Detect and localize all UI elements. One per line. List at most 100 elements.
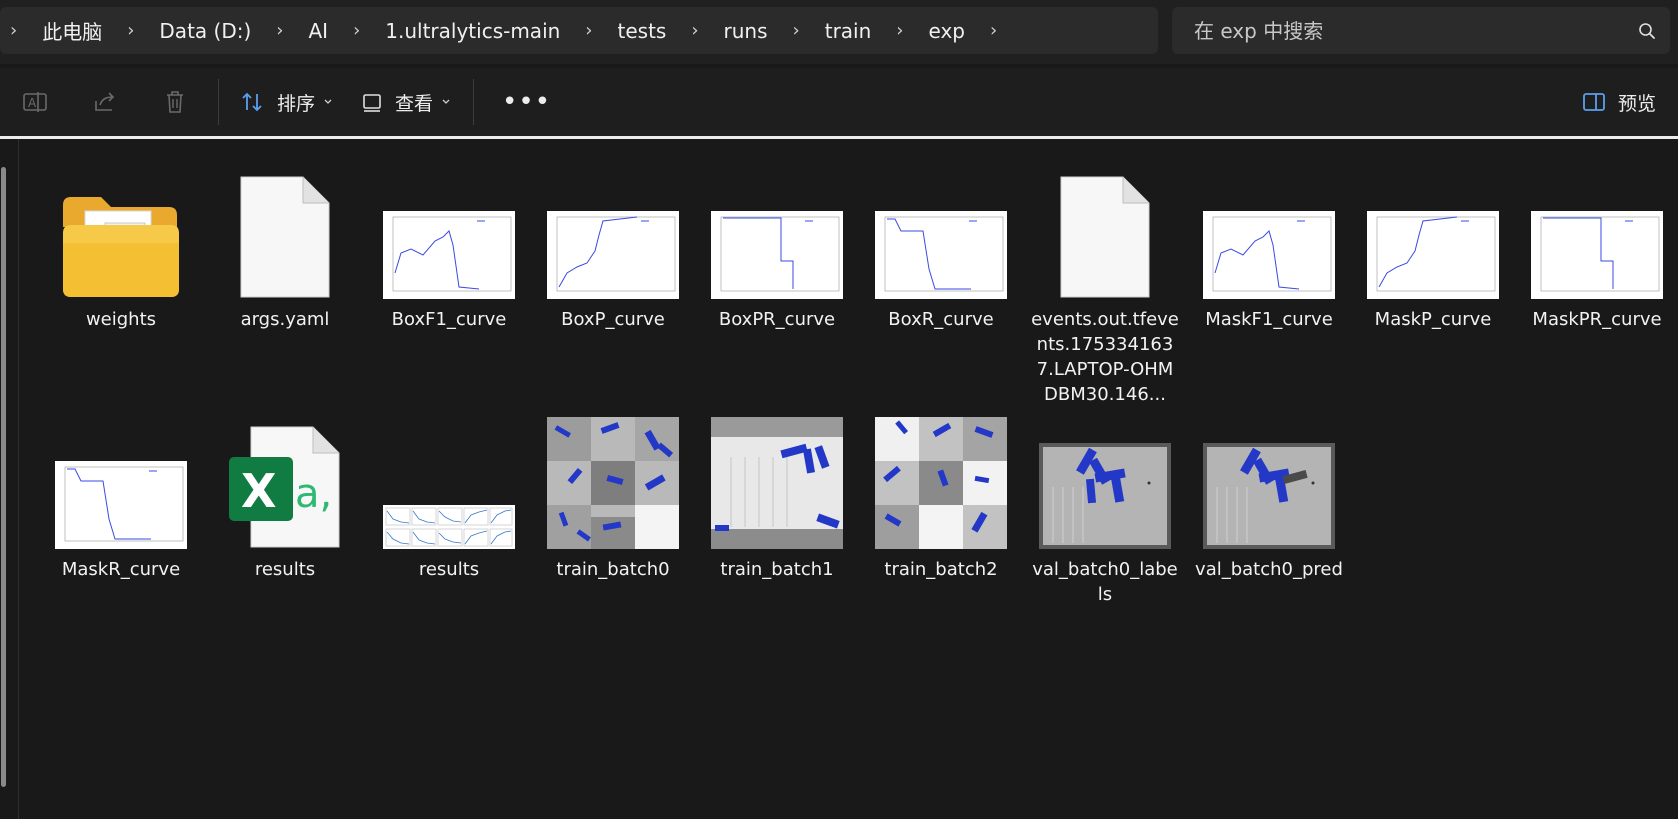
file-name: MaskF1_curve <box>1205 309 1333 330</box>
preview-pane-button[interactable]: 预览 <box>1582 77 1656 127</box>
file-item-image[interactable]: MaskR_curve <box>39 411 203 661</box>
file-name: BoxP_curve <box>561 309 665 330</box>
file-item-document[interactable]: args.yaml <box>203 161 367 411</box>
curve-thumbnail <box>1203 211 1335 299</box>
file-name: train_batch0 <box>556 559 670 580</box>
file-name: val_batch0_labels <box>1032 559 1178 605</box>
file-name: BoxF1_curve <box>391 309 507 330</box>
file-name: MaskR_curve <box>61 559 181 580</box>
command-bar: A 排序 查看 ••• 预览 <box>0 68 1678 136</box>
address-bar: › 此电脑 › Data (D:) › AI › 1.ultralytics-main… <box>0 0 1678 64</box>
file-name: results <box>418 559 480 580</box>
curve-thumbnail <box>383 211 515 299</box>
image-thumbnail <box>1039 443 1171 549</box>
chevron-right-icon[interactable]: › <box>681 20 708 41</box>
breadcrumb-item[interactable]: 1.ultralytics-main › <box>370 19 602 43</box>
search-icon[interactable] <box>1624 22 1670 40</box>
file-item-folder[interactable]: weights <box>39 161 203 411</box>
delete-icon[interactable] <box>140 77 210 127</box>
curve-thumbnail <box>55 461 187 549</box>
search-input[interactable] <box>1172 17 1624 44</box>
chevron-down-icon <box>442 99 450 104</box>
image-thumbnail <box>547 417 679 549</box>
breadcrumb: › 此电脑 › Data (D:) › AI › 1.ultralytics-main… <box>0 7 1158 54</box>
preview-label: 预览 <box>1617 92 1656 115</box>
breadcrumb-item[interactable]: AI › <box>293 19 370 43</box>
chevron-right-icon[interactable]: › <box>0 20 27 41</box>
file-item-image[interactable]: train_batch1 <box>695 411 859 661</box>
file-item-image[interactable]: BoxP_curve <box>531 161 695 411</box>
file-item-image[interactable]: train_batch2 <box>859 411 1023 661</box>
more-options-button[interactable]: ••• <box>482 87 571 117</box>
file-item-image[interactable]: MaskP_curve <box>1351 161 1515 411</box>
file-item-image[interactable]: train_batch0 <box>531 411 695 661</box>
chevron-right-icon[interactable]: › <box>575 20 602 41</box>
results-plot-thumbnail <box>383 505 515 549</box>
divider <box>218 79 219 125</box>
excel-csv-icon: X a, <box>229 426 340 548</box>
file-name: BoxPR_curve <box>718 309 836 330</box>
curve-thumbnail <box>1367 211 1499 299</box>
file-name: args.yaml <box>240 309 330 330</box>
file-name: events.out.tfevents.1753341637.LAPTOP-OH… <box>1031 309 1179 405</box>
chevron-right-icon[interactable]: › <box>266 20 293 41</box>
svg-text:X: X <box>241 464 276 518</box>
file-item-image[interactable]: BoxPR_curve <box>695 161 859 411</box>
view-label: 查看 <box>395 92 434 115</box>
file-item-image[interactable]: val_batch0_labels <box>1023 411 1187 661</box>
breadcrumb-item[interactable]: tests › <box>603 19 709 43</box>
svg-text:A: A <box>28 96 37 110</box>
file-name: MaskP_curve <box>1374 309 1492 330</box>
file-item-image[interactable]: BoxF1_curve <box>367 161 531 411</box>
chevron-right-icon[interactable]: › <box>343 20 370 41</box>
file-view: weights args.yaml BoxF1_curve BoxP_curve… <box>0 139 1678 819</box>
file-item-spreadsheet[interactable]: X a, results <box>203 411 367 661</box>
divider <box>18 139 19 819</box>
breadcrumb-item[interactable]: train › <box>810 19 914 43</box>
breadcrumb-item[interactable]: 此电脑 › <box>27 16 144 45</box>
divider <box>473 79 475 125</box>
sort-label: 排序 <box>277 92 316 115</box>
file-item-document[interactable]: events.out.tfevents.1753341637.LAPTOP-OH… <box>1023 161 1187 411</box>
image-thumbnail <box>875 417 1007 549</box>
file-item-image[interactable]: val_batch0_pred <box>1187 411 1351 661</box>
sort-button[interactable]: 排序 <box>227 77 347 127</box>
svg-text:a,: a, <box>295 471 332 517</box>
image-thumbnail <box>711 417 843 549</box>
image-thumbnail <box>1203 443 1335 549</box>
file-item-image[interactable]: results <box>367 411 531 661</box>
chevron-down-icon <box>324 99 332 104</box>
share-icon[interactable] <box>70 77 140 127</box>
file-name: MaskPR_curve <box>1532 309 1662 330</box>
chevron-right-icon[interactable]: › <box>886 20 913 41</box>
curve-thumbnail <box>1531 211 1663 299</box>
breadcrumb-item[interactable]: Data (D:) › <box>144 19 293 43</box>
file-name: train_batch2 <box>884 559 998 580</box>
file-name: weights <box>85 309 157 330</box>
vertical-scrollbar[interactable] <box>1 167 6 787</box>
document-icon <box>240 176 330 298</box>
breadcrumb-item[interactable]: runs › <box>709 19 810 43</box>
preview-pane-icon <box>1583 93 1605 111</box>
sort-icon <box>242 92 262 112</box>
folder-icon <box>63 197 179 297</box>
curve-thumbnail <box>547 211 679 299</box>
curve-thumbnail <box>711 211 843 299</box>
search-box <box>1172 7 1670 54</box>
file-grid: weights args.yaml BoxF1_curve BoxP_curve… <box>39 161 1678 661</box>
view-icon <box>363 94 381 112</box>
document-icon <box>1060 176 1150 298</box>
view-button[interactable]: 查看 <box>347 77 465 127</box>
file-name: results <box>254 559 316 580</box>
file-item-image[interactable]: MaskPR_curve <box>1515 161 1678 411</box>
curve-thumbnail <box>875 211 1007 299</box>
rename-icon[interactable]: A <box>0 77 70 127</box>
file-name: val_batch0_pred <box>1195 559 1343 580</box>
breadcrumb-item[interactable]: exp › <box>914 19 1008 43</box>
chevron-right-icon[interactable]: › <box>783 20 810 41</box>
chevron-right-icon[interactable]: › <box>117 20 144 41</box>
chevron-right-icon[interactable]: › <box>980 20 1007 41</box>
file-item-image[interactable]: MaskF1_curve <box>1187 161 1351 411</box>
file-name: BoxR_curve <box>888 309 994 330</box>
file-item-image[interactable]: BoxR_curve <box>859 161 1023 411</box>
